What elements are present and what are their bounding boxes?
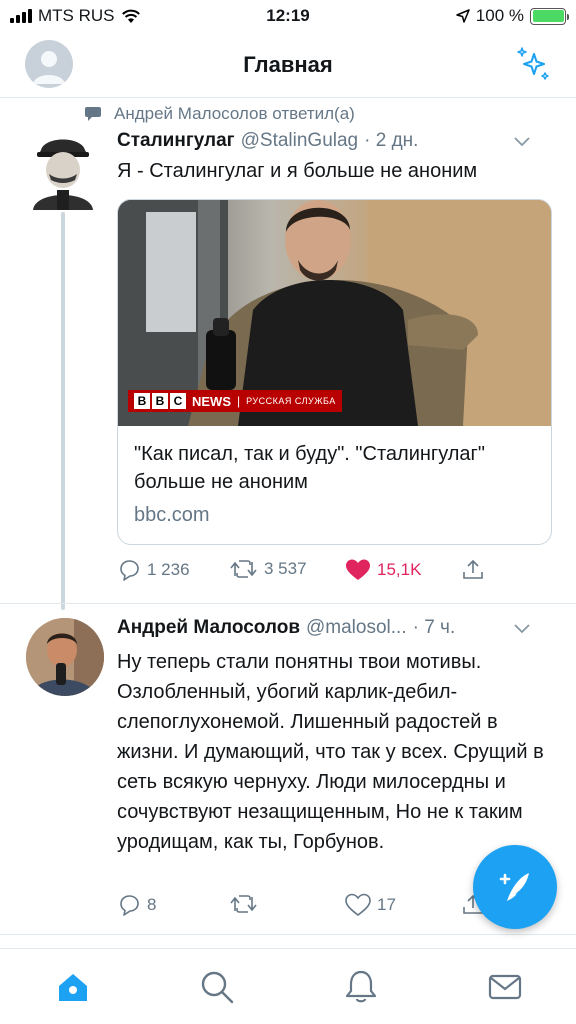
top-header: Главная — [0, 34, 576, 98]
tweet-divider — [0, 934, 576, 935]
bbc-news-logo: BBC NEWS | РУССКАЯ СЛУЖБА — [128, 390, 342, 412]
location-icon — [456, 9, 470, 23]
tweet-header: Андрей Малосолов @malosol... · 7 ч. — [117, 617, 557, 639]
tweet-divider — [0, 603, 576, 604]
heart-outline-icon — [345, 893, 371, 917]
card-url: bbc.com — [134, 504, 210, 526]
mail-icon[interactable] — [487, 969, 523, 1005]
retweet-icon — [230, 560, 257, 578]
status-bar: MTS RUS 12:19 100 % — [0, 0, 576, 34]
share-button[interactable] — [461, 558, 485, 582]
like-button[interactable]: 15,1K — [345, 558, 421, 582]
chevron-down-icon[interactable] — [513, 136, 531, 148]
compose-button[interactable] — [473, 845, 557, 929]
tweet-actions: 1 236 3 537 15,1K — [117, 558, 552, 584]
page-title: Главная — [243, 52, 333, 77]
like-button[interactable]: 17 — [345, 893, 396, 917]
search-icon[interactable] — [199, 969, 235, 1005]
author-name[interactable]: Сталингулаг — [117, 130, 235, 152]
retweet-button[interactable] — [230, 893, 258, 915]
author-name[interactable]: Андрей Малосолов — [117, 617, 300, 639]
author-handle[interactable]: @StalinGulag — [241, 130, 359, 152]
tweet-header: Сталингулаг @StalinGulag · 2 дн. — [117, 130, 557, 152]
reply-button[interactable]: 8 — [117, 893, 156, 917]
tweet-text: Я - Сталингулаг и я больше не аноним — [117, 160, 478, 182]
stalingulag-avatar[interactable] — [27, 128, 99, 210]
retweet-button[interactable]: 3 537 — [230, 558, 307, 580]
home-icon[interactable] — [55, 969, 91, 1005]
link-card[interactable]: BBC NEWS | РУССКАЯ СЛУЖБА "Как писал, та… — [117, 199, 552, 545]
speech-bubble-icon — [85, 107, 101, 121]
bottom-tab-bar — [0, 948, 576, 1024]
reply-context[interactable]: Андрей Малосолов ответил(а) — [84, 104, 355, 124]
card-title: "Как писал, так и буду". "Сталингулаг" б… — [134, 443, 485, 493]
reply-button[interactable]: 1 236 — [117, 558, 190, 582]
retweet-icon — [230, 895, 257, 913]
heart-icon — [346, 559, 370, 580]
compose-icon — [499, 873, 529, 901]
bell-icon[interactable] — [343, 969, 379, 1005]
tweet-text: Ну теперь стали понятны твои мотивы. Озл… — [117, 651, 544, 853]
share-icon — [463, 559, 483, 579]
author-handle[interactable]: @malosol... — [306, 617, 407, 639]
chevron-down-icon[interactable] — [513, 623, 531, 635]
card-image: BBC NEWS | РУССКАЯ СЛУЖБА — [118, 200, 551, 426]
thread-connector — [61, 212, 65, 610]
battery-percent: 100 % — [475, 6, 524, 25]
tweet-time: · 2 дн. — [364, 130, 419, 151]
reply-icon — [120, 560, 139, 581]
tweet-time: · 7 ч. — [412, 617, 456, 638]
reply-context-label: Андрей Малосолов ответил(а) — [114, 104, 355, 123]
sparkle-icon[interactable] — [514, 44, 554, 84]
battery-icon — [530, 7, 569, 25]
reply-icon — [120, 895, 139, 916]
malosolov-avatar[interactable] — [26, 618, 104, 696]
